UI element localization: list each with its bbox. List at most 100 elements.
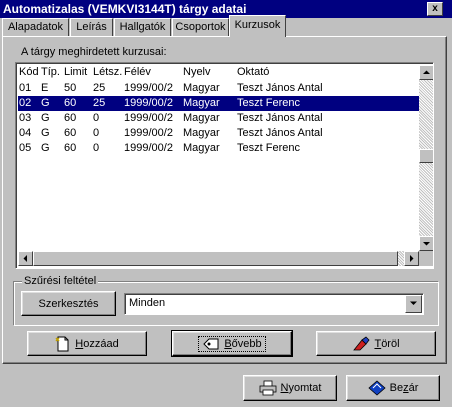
eraser-icon	[353, 335, 370, 350]
cell-tip: G	[41, 112, 50, 124]
title-bar[interactable]: Automatizalas (VEMKVI3144T) tárgy adatai…	[0, 0, 452, 18]
edit-filter-label: Szerkesztés	[38, 297, 99, 310]
expand-button[interactable]: Bővebb	[171, 330, 293, 357]
arrow-left-icon	[23, 255, 27, 262]
vertical-scroll-thumb[interactable]	[419, 149, 433, 163]
column-header-kod[interactable]: Kód	[19, 66, 39, 78]
cell-oktato: Teszt János Antal	[237, 82, 323, 94]
list-header: Kód Típ. Limit Létsz. Félév Nyelv Oktató	[18, 65, 418, 79]
expand-hotkey: B	[224, 337, 232, 350]
close-label: ár	[408, 382, 419, 394]
cell-nyelv: Magyar	[183, 142, 220, 154]
column-header-felev[interactable]: Félév	[124, 66, 151, 78]
tab-label: Leírás	[76, 21, 107, 33]
tab-label: Hallgatók	[119, 21, 166, 33]
scroll-up-button[interactable]	[419, 65, 433, 80]
cell-oktato: Teszt János Antal	[237, 127, 323, 139]
cell-oktato: Teszt Ferenc	[237, 97, 300, 109]
cell-tip: E	[41, 82, 49, 94]
cell-nyelv: Magyar	[183, 127, 220, 139]
scroll-down-button[interactable]	[419, 236, 433, 251]
table-row[interactable]: 04 G 60 0 1999/00/2 Magyar Teszt János A…	[18, 126, 419, 141]
cell-letszam: 0	[93, 142, 100, 154]
scroll-right-button[interactable]	[404, 251, 419, 266]
cell-felev: 1999/00/2	[124, 142, 173, 154]
cell-kod: 05	[19, 142, 32, 154]
dropdown-button[interactable]	[405, 295, 422, 313]
cell-tip: G	[41, 142, 50, 154]
course-list[interactable]: Kód Típ. Limit Létsz. Félév Nyelv Oktató…	[15, 62, 434, 269]
table-row-selected[interactable]: 02 G 60 25 1999/00/2 Magyar Teszt Ferenc	[18, 96, 419, 111]
cell-letszam: 25	[93, 97, 106, 109]
new-document-icon	[55, 336, 69, 351]
expand-label: ővebb	[231, 337, 262, 350]
print-button[interactable]: Nyomtat	[243, 375, 337, 401]
focus-rect: Bővebb	[198, 335, 266, 352]
tab-alapadatok[interactable]: Alapadatok	[2, 18, 69, 36]
window-title: Automatizalas (VEMKVI3144T) tárgy adatai	[3, 2, 247, 16]
close-button[interactable]: Bezár	[346, 375, 440, 401]
cell-kod: 03	[19, 112, 32, 124]
filter-select-value: Minden	[129, 297, 166, 309]
cell-kod: 01	[19, 82, 32, 94]
scroll-left-button[interactable]	[18, 251, 33, 266]
cell-letszam: 0	[93, 127, 100, 139]
cell-nyelv: Magyar	[183, 97, 220, 109]
column-header-limit[interactable]: Limit	[64, 66, 87, 78]
horizontal-scroll-thumb[interactable]	[33, 251, 398, 266]
cell-limit: 60	[64, 112, 77, 124]
column-header-oktato[interactable]: Oktató	[237, 66, 269, 78]
cell-felev: 1999/00/2	[124, 97, 173, 109]
cell-limit: 60	[64, 97, 77, 109]
cell-limit: 60	[64, 127, 77, 139]
cell-oktato: Teszt János Antal	[237, 112, 323, 124]
close-window-button[interactable]: x	[427, 2, 443, 16]
printer-icon	[259, 380, 276, 396]
vertical-scrollbar[interactable]	[419, 65, 433, 251]
tab-label: Kurzusok	[234, 19, 281, 31]
filter-select[interactable]: Minden	[124, 293, 424, 315]
column-header-tip[interactable]: Típ.	[41, 66, 60, 78]
delete-label: öröl	[381, 337, 400, 350]
table-row[interactable]: 05 G 60 0 1999/00/2 Magyar Teszt Ferenc	[18, 141, 419, 156]
cell-oktato: Teszt Ferenc	[237, 142, 300, 154]
filter-group-label: Szűrési feltétel	[22, 275, 99, 287]
exit-diamond-icon	[368, 380, 386, 396]
cell-felev: 1999/00/2	[124, 127, 173, 139]
cell-nyelv: Magyar	[183, 112, 220, 124]
tab-label: Csoportok	[175, 21, 226, 33]
edit-filter-button[interactable]: Szerkesztés	[21, 291, 116, 316]
close-label-prefix: Be	[389, 382, 404, 394]
cell-kod: 04	[19, 127, 32, 139]
cell-letszam: 0	[93, 112, 100, 124]
table-row[interactable]: 01 E 50 25 1999/00/2 Magyar Teszt János …	[18, 81, 419, 96]
courses-label: A tárgy meghirdetett kurzusai:	[21, 46, 167, 58]
print-label: yomtat	[288, 382, 322, 394]
arrow-up-icon	[423, 70, 430, 74]
tab-leiras[interactable]: Leírás	[70, 18, 113, 36]
scroll-corner	[419, 251, 433, 266]
add-label: ozzáad	[83, 337, 119, 350]
cell-limit: 60	[64, 142, 77, 154]
cell-felev: 1999/00/2	[124, 82, 173, 94]
tab-label: Alapadatok	[7, 21, 64, 33]
column-header-nyelv[interactable]: Nyelv	[183, 66, 211, 78]
cell-letszam: 25	[93, 82, 106, 94]
cell-tip: G	[41, 127, 50, 139]
cell-tip: G	[41, 97, 50, 109]
cell-felev: 1999/00/2	[124, 112, 173, 124]
add-button[interactable]: Hozzáad	[27, 331, 147, 356]
delete-button[interactable]: Töröl	[316, 331, 436, 356]
chevron-down-icon	[410, 301, 417, 305]
tab-kurzusok[interactable]: Kurzusok	[229, 15, 286, 37]
cell-nyelv: Magyar	[183, 82, 220, 94]
tab-hallgatok[interactable]: Hallgatók	[114, 18, 171, 36]
close-icon: x	[432, 3, 438, 14]
column-header-letszam[interactable]: Létsz.	[93, 66, 122, 78]
horizontal-scrollbar[interactable]	[18, 251, 419, 266]
tab-csoportok[interactable]: Csoportok	[172, 18, 229, 36]
arrow-down-icon	[423, 242, 430, 246]
cell-kod: 02	[19, 97, 32, 109]
table-row[interactable]: 03 G 60 0 1999/00/2 Magyar Teszt János A…	[18, 111, 419, 126]
cell-limit: 50	[64, 82, 77, 94]
